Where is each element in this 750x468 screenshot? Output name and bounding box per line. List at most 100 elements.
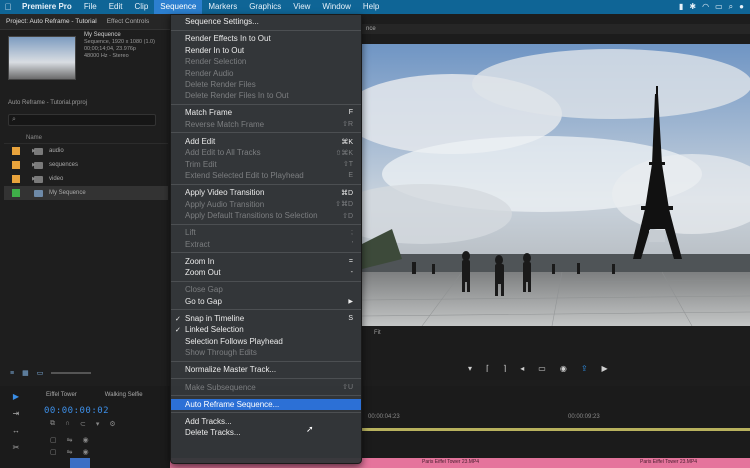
menubar-markers[interactable]: Markers: [202, 0, 243, 14]
disclosure-triangle-icon[interactable]: ▶: [32, 148, 36, 154]
freeform-view-icon[interactable]: ▭: [37, 369, 44, 377]
menu-item-add-edit-to-all-tracks[interactable]: Add Edit to All Tracks ⇧⌘K: [171, 147, 361, 158]
tab-walking-selfie[interactable]: Walking Selfie: [105, 392, 143, 398]
menubar-window[interactable]: Window: [316, 0, 356, 14]
list-item[interactable]: My Sequence: [4, 186, 168, 200]
menu-item-trim-edit[interactable]: Trim Edit ⇧T: [171, 159, 361, 170]
menubar-edit[interactable]: Edit: [103, 0, 129, 14]
label-color-swatch[interactable]: [12, 147, 20, 155]
menu-item-delete-render-files[interactable]: Delete Render Files: [171, 79, 361, 90]
menu-item-lift[interactable]: Lift;: [171, 227, 361, 238]
control-center-icon[interactable]: ▮: [679, 2, 683, 12]
menu-item-reverse-match-frame[interactable]: Reverse Match Frame ⇧R: [171, 119, 361, 130]
apple-icon[interactable]: : [0, 2, 16, 12]
menubar-view[interactable]: View: [287, 0, 316, 14]
timeline-timecode[interactable]: 00:00:00:02: [44, 406, 109, 416]
menu-item-normalize-master-track[interactable]: Normalize Master Track...: [171, 364, 361, 375]
battery-icon[interactable]: ▭: [715, 2, 723, 12]
mark-out-icon[interactable]: ⌉: [503, 364, 506, 373]
program-monitor-tab[interactable]: nce: [362, 24, 750, 34]
track-target-v1[interactable]: [70, 458, 90, 468]
work-area-bar[interactable]: [362, 428, 750, 431]
menu-item-linked-selection[interactable]: ✓ Linked Selection: [171, 324, 361, 335]
menubar-file[interactable]: File: [78, 0, 103, 14]
wifi-icon[interactable]: ◠: [702, 2, 709, 12]
menu-item-make-subsequence[interactable]: Make Subsequence ⇧U: [171, 381, 361, 392]
linked-selection-icon[interactable]: ⊂: [80, 420, 86, 428]
column-header-name[interactable]: Name: [4, 132, 168, 144]
menu-item-match-frame[interactable]: Match Frame F: [171, 107, 361, 118]
menu-item-snap-in-timeline[interactable]: ✓ Snap in Timeline S: [171, 313, 361, 324]
zoom-slider[interactable]: [51, 372, 92, 374]
user-icon[interactable]: ●: [739, 2, 744, 12]
tab-eiffel-tower[interactable]: Eiffel Tower: [46, 392, 77, 398]
disclosure-triangle-icon[interactable]: ▶: [32, 162, 36, 168]
add-marker-icon[interactable]: ▾: [468, 364, 472, 373]
label-color-swatch[interactable]: [12, 175, 20, 183]
project-search-input[interactable]: [8, 114, 156, 126]
menu-item-show-through-edits[interactable]: Show Through Edits: [171, 347, 361, 358]
marker-icon[interactable]: ▾: [96, 420, 100, 428]
ripple-edit-tool-icon[interactable]: ↔: [12, 426, 20, 435]
safe-margins-icon[interactable]: ▭: [538, 364, 546, 373]
snap-icon[interactable]: ∩: [65, 420, 70, 428]
label-color-swatch[interactable]: [12, 161, 20, 169]
menu-item-render-selection[interactable]: Render Selection: [171, 56, 361, 67]
menu-item-zoom-in[interactable]: Zoom In =: [171, 256, 361, 267]
toggle-output-icon[interactable]: ◉: [83, 448, 89, 456]
menu-item-delete-render-files-in-to-out[interactable]: Delete Render Files In to Out: [171, 90, 361, 101]
icon-view-icon[interactable]: ▦: [22, 369, 29, 377]
wrench-icon[interactable]: ⚙: [109, 420, 115, 428]
menu-item-selection-follows-playhead[interactable]: Selection Follows Playhead: [171, 336, 361, 347]
menu-item-close-gap[interactable]: Close Gap: [171, 284, 361, 295]
menu-item-apply-video-transition[interactable]: Apply Video Transition ⌘D: [171, 187, 361, 198]
export-icon[interactable]: ⇪: [581, 364, 588, 373]
menu-item-auto-reframe-sequence[interactable]: Auto Reframe Sequence...: [171, 398, 361, 410]
tab-project[interactable]: Project: Auto Reframe - Tutorial: [6, 18, 97, 25]
mark-in-icon[interactable]: ⌈: [486, 364, 489, 373]
play-icon[interactable]: ▶: [602, 364, 608, 373]
tab-effect-controls[interactable]: Effect Controls: [107, 18, 150, 25]
step-back-icon[interactable]: ◂: [520, 364, 524, 373]
menu-item-render-effects-in-to-out[interactable]: Render Effects In to Out: [171, 33, 361, 44]
lock-icon[interactable]: ▢: [50, 448, 57, 456]
toggle-output-icon[interactable]: ◉: [83, 436, 89, 444]
bluetooth-icon[interactable]: ✱: [689, 2, 696, 12]
menubar-graphics[interactable]: Graphics: [243, 0, 287, 14]
menu-item-extend-selected-edit-to-playhead[interactable]: Extend Selected Edit to Playhead E: [171, 170, 361, 181]
timeline-ruler[interactable]: 00:00:04:23 00:00:09:23: [362, 412, 750, 424]
menu-item-extract[interactable]: Extract ': [171, 239, 361, 250]
fit-dropdown[interactable]: Fit: [374, 330, 381, 336]
nest-icon[interactable]: ⧉: [50, 420, 55, 428]
list-item[interactable]: ▶ audio: [4, 144, 168, 158]
disclosure-triangle-icon[interactable]: ▶: [32, 176, 36, 182]
clip[interactable]: Paris Eiffel Tower 23.MP4: [640, 459, 697, 465]
clip[interactable]: Paris Eiffel Tower 23.MP4: [422, 459, 479, 465]
menu-item-render-audio[interactable]: Render Audio: [171, 67, 361, 78]
menu-item-apply-audio-transition[interactable]: Apply Audio Transition ⇧⌘D: [171, 199, 361, 210]
sync-icon[interactable]: ⇋: [67, 448, 73, 456]
menu-item-add-tracks[interactable]: Add Tracks...: [171, 416, 361, 427]
search-icon[interactable]: ⌕: [729, 2, 733, 12]
menu-item-sequence-settings[interactable]: Sequence Settings...: [171, 16, 361, 27]
track-select-tool-icon[interactable]: ⇥: [13, 409, 20, 418]
menubar-premiere-pro[interactable]: Premiere Pro: [16, 0, 78, 14]
export-frame-icon[interactable]: ◉: [560, 364, 567, 373]
menu-item-render-in-to-out[interactable]: Render In to Out: [171, 45, 361, 56]
menu-item-go-to-gap[interactable]: Go to Gap ▶: [171, 296, 361, 307]
menubar-sequence[interactable]: Sequence: [154, 0, 203, 14]
list-item[interactable]: ▶ sequences: [4, 158, 168, 172]
menu-item-delete-tracks[interactable]: Delete Tracks...: [171, 427, 361, 438]
label-color-swatch[interactable]: [12, 189, 20, 197]
menubar-help[interactable]: Help: [357, 0, 385, 14]
menu-item-zoom-out[interactable]: Zoom Out -: [171, 267, 361, 278]
selection-tool-icon[interactable]: ▶: [13, 392, 19, 401]
lock-icon[interactable]: ▢: [50, 436, 57, 444]
menu-item-apply-default-transitions-to-selection[interactable]: Apply Default Transitions to Selection ⇧D: [171, 210, 361, 221]
menu-item-add-edit[interactable]: Add Edit ⌘K: [171, 136, 361, 147]
sync-icon[interactable]: ⇋: [67, 436, 73, 444]
razor-tool-icon[interactable]: ✂: [13, 443, 20, 452]
list-view-icon[interactable]: ≡: [10, 370, 14, 377]
menubar-clip[interactable]: Clip: [129, 0, 155, 14]
list-item[interactable]: ▶ video: [4, 172, 168, 186]
